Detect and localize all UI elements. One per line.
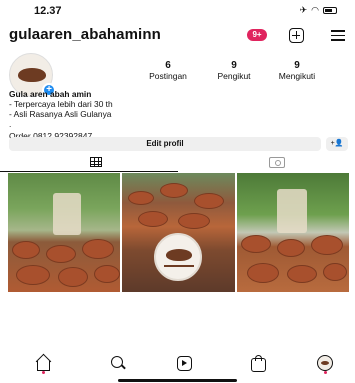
sugar-disc — [310, 235, 343, 255]
brand-logo-icon — [154, 233, 203, 281]
bio-line: . — [9, 119, 12, 129]
sugar-disc — [178, 213, 211, 229]
sugar-disc — [246, 263, 279, 283]
sugar-disc — [194, 193, 225, 209]
discover-people-button[interactable]: +👤 — [326, 137, 348, 151]
notification-dot — [42, 371, 45, 374]
profile-header: gulaaren_abahaminn 9+ — [0, 24, 355, 46]
wifi-icon: ◠ — [311, 5, 319, 15]
sugar-disc — [16, 265, 50, 285]
sugar-disc — [12, 241, 40, 259]
create-post-icon[interactable] — [289, 28, 304, 43]
sugar-disc — [128, 191, 155, 205]
profile-bio: Gula aren abah amin - Terpercaya lebih d… — [9, 89, 113, 141]
posts-grid — [8, 173, 349, 292]
stat-followers-value: 9 — [231, 60, 237, 71]
stat-following-value: 9 — [294, 60, 300, 71]
bio-line: - Asli Rasanya Asli Gulanya — [9, 109, 112, 119]
notification-badge[interactable]: 9+ — [247, 29, 267, 41]
sugar-disc — [276, 239, 305, 257]
stat-following-label: Mengikuti — [278, 71, 316, 81]
sugar-disc — [82, 239, 114, 259]
post-thumbnail[interactable] — [122, 173, 235, 292]
notification-dot — [324, 371, 327, 374]
sugar-disc — [240, 235, 271, 253]
sugar-disc — [322, 263, 347, 281]
bio-line: - Terpercaya lebih dari 30 th — [9, 99, 113, 109]
active-tab-indicator — [0, 171, 178, 173]
status-icons: ✈ ◠ — [300, 5, 337, 16]
profile-icon[interactable] — [317, 355, 333, 371]
stat-posts[interactable]: 6 Postingan — [138, 60, 198, 81]
post-thumbnail[interactable] — [8, 173, 121, 292]
home-indicator — [118, 379, 237, 382]
sugar-disc — [286, 265, 317, 283]
shop-icon[interactable] — [250, 355, 266, 372]
grid-icon[interactable] — [90, 157, 102, 167]
stat-posts-label: Postingan — [149, 71, 187, 81]
airplane-icon: ✈ — [299, 5, 308, 15]
username[interactable]: gulaaren_abahaminn — [9, 26, 161, 43]
search-icon[interactable] — [110, 355, 126, 371]
sugar-disc — [94, 265, 120, 283]
battery-icon — [323, 7, 337, 14]
profile-tabs — [0, 155, 355, 173]
edit-profile-button[interactable]: Edit profil — [9, 137, 321, 151]
sugar-disc — [160, 183, 189, 198]
status-bar: 12.37 ✈ ◠ — [0, 0, 355, 22]
sugar-disc — [138, 211, 169, 227]
reels-icon[interactable] — [176, 355, 192, 371]
add-person-icon: +👤 — [330, 140, 344, 147]
home-icon[interactable] — [35, 355, 51, 371]
post-thumbnail[interactable] — [236, 173, 349, 292]
product-pack — [53, 193, 81, 235]
product-pack — [276, 189, 307, 233]
bottom-nav — [0, 352, 355, 374]
bio-name: Gula aren abah amin — [9, 89, 92, 99]
stat-following[interactable]: 9 Mengikuti — [269, 60, 325, 81]
tagged-icon[interactable] — [269, 157, 285, 168]
profile-stats: 6 Postingan 9 Pengikut 9 Mengikuti — [138, 60, 325, 81]
menu-icon[interactable] — [331, 30, 345, 41]
sugar-disc — [46, 245, 76, 263]
stat-followers-label: Pengikut — [217, 71, 251, 81]
stat-posts-value: 6 — [165, 60, 171, 71]
status-time: 12.37 — [34, 5, 62, 17]
stat-followers[interactable]: 9 Pengikut — [205, 60, 263, 81]
brand-logo-icon — [18, 68, 46, 82]
sugar-disc — [58, 267, 88, 287]
